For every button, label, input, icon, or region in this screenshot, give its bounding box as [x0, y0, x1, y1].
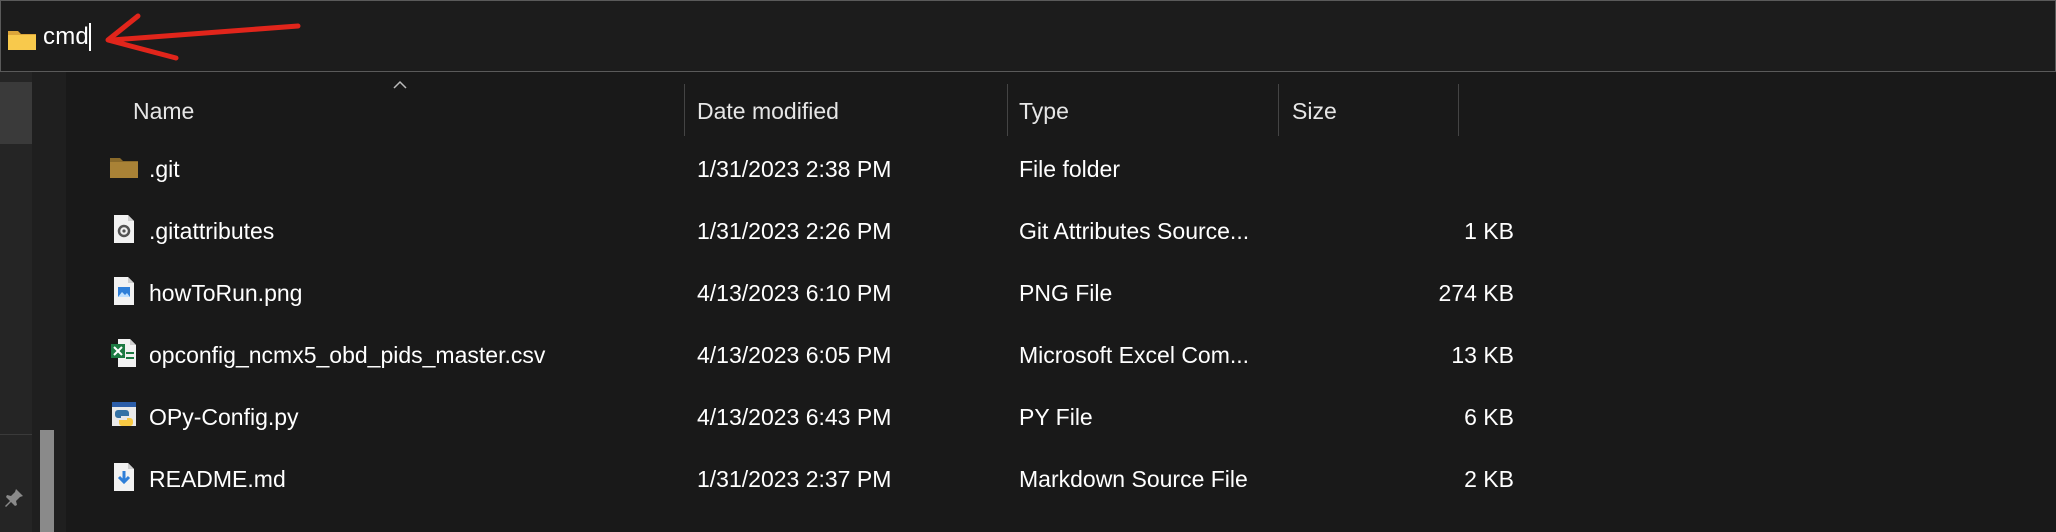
file-type: File folder: [1019, 156, 1120, 182]
address-input[interactable]: cmd: [43, 23, 89, 51]
file-date: 4/13/2023 6:10 PM: [697, 280, 892, 306]
table-row[interactable]: opconfig_ncmx5_obd_pids_master.csv 4/13/…: [66, 324, 1514, 386]
python-file-icon: [112, 402, 136, 426]
file-size: 13 KB: [1451, 342, 1514, 368]
nav-selected-item[interactable]: [0, 82, 32, 144]
folder-icon: [110, 158, 138, 178]
column-header-name[interactable]: Name: [133, 98, 194, 125]
file-size: 1 KB: [1464, 218, 1514, 244]
address-bar[interactable]: cmd: [0, 0, 2056, 72]
column-divider[interactable]: [684, 84, 685, 136]
table-row[interactable]: OPy-Config.py 4/13/2023 6:43 PM PY File …: [66, 386, 1514, 448]
markdown-file-icon: [114, 463, 134, 491]
file-type: PY File: [1019, 404, 1093, 430]
file-type: Git Attributes Source...: [1019, 218, 1250, 244]
file-name[interactable]: OPy-Config.py: [149, 404, 299, 431]
sort-ascending-icon: [393, 80, 407, 89]
file-name[interactable]: README.md: [149, 466, 286, 493]
file-size: 2 KB: [1464, 466, 1514, 492]
column-header-date[interactable]: Date modified: [697, 98, 839, 125]
file-name[interactable]: .git: [149, 156, 180, 183]
pin-icon[interactable]: [2, 486, 26, 515]
nav-scrollbar[interactable]: [32, 72, 66, 532]
nav-scrollbar-thumb[interactable]: [40, 430, 54, 532]
text-caret: [89, 23, 91, 51]
file-date: 1/31/2023 2:26 PM: [697, 218, 892, 244]
navigation-pane[interactable]: [0, 72, 32, 532]
settings-file-icon: [114, 215, 134, 243]
table-row[interactable]: README.md 1/31/2023 2:37 PM Markdown Sou…: [66, 448, 1514, 510]
file-list[interactable]: Name Date modified Type Size .git 1/31/2…: [66, 72, 2056, 532]
nav-divider: [0, 434, 32, 435]
file-date: 4/13/2023 6:43 PM: [697, 404, 892, 430]
file-type: Markdown Source File: [1019, 466, 1248, 492]
file-date: 4/13/2023 6:05 PM: [697, 342, 892, 368]
file-date: 1/31/2023 2:37 PM: [697, 466, 892, 492]
excel-file-icon: [111, 339, 136, 367]
column-header-size[interactable]: Size: [1292, 98, 1337, 125]
table-row[interactable]: .gitattributes 1/31/2023 2:26 PM Git Att…: [66, 200, 1514, 262]
folder-icon: [7, 27, 37, 56]
column-header-row: Name Date modified Type Size: [66, 72, 1459, 136]
column-header-type[interactable]: Type: [1019, 98, 1069, 125]
file-size: 274 KB: [1438, 280, 1514, 306]
column-divider[interactable]: [1278, 84, 1279, 136]
file-type: Microsoft Excel Com...: [1019, 342, 1250, 368]
image-file-icon: [114, 277, 134, 305]
file-date: 1/31/2023 2:38 PM: [697, 156, 892, 182]
file-size: 6 KB: [1464, 404, 1514, 430]
column-divider[interactable]: [1458, 84, 1459, 136]
file-type: PNG File: [1019, 280, 1113, 306]
table-row[interactable]: .git 1/31/2023 2:38 PM File folder: [66, 138, 1466, 200]
file-name[interactable]: opconfig_ncmx5_obd_pids_master.csv: [149, 342, 545, 369]
file-name[interactable]: howToRun.png: [149, 280, 302, 307]
file-name[interactable]: .gitattributes: [149, 218, 274, 245]
column-divider[interactable]: [1007, 84, 1008, 136]
table-row[interactable]: howToRun.png 4/13/2023 6:10 PM PNG File …: [66, 262, 1514, 324]
